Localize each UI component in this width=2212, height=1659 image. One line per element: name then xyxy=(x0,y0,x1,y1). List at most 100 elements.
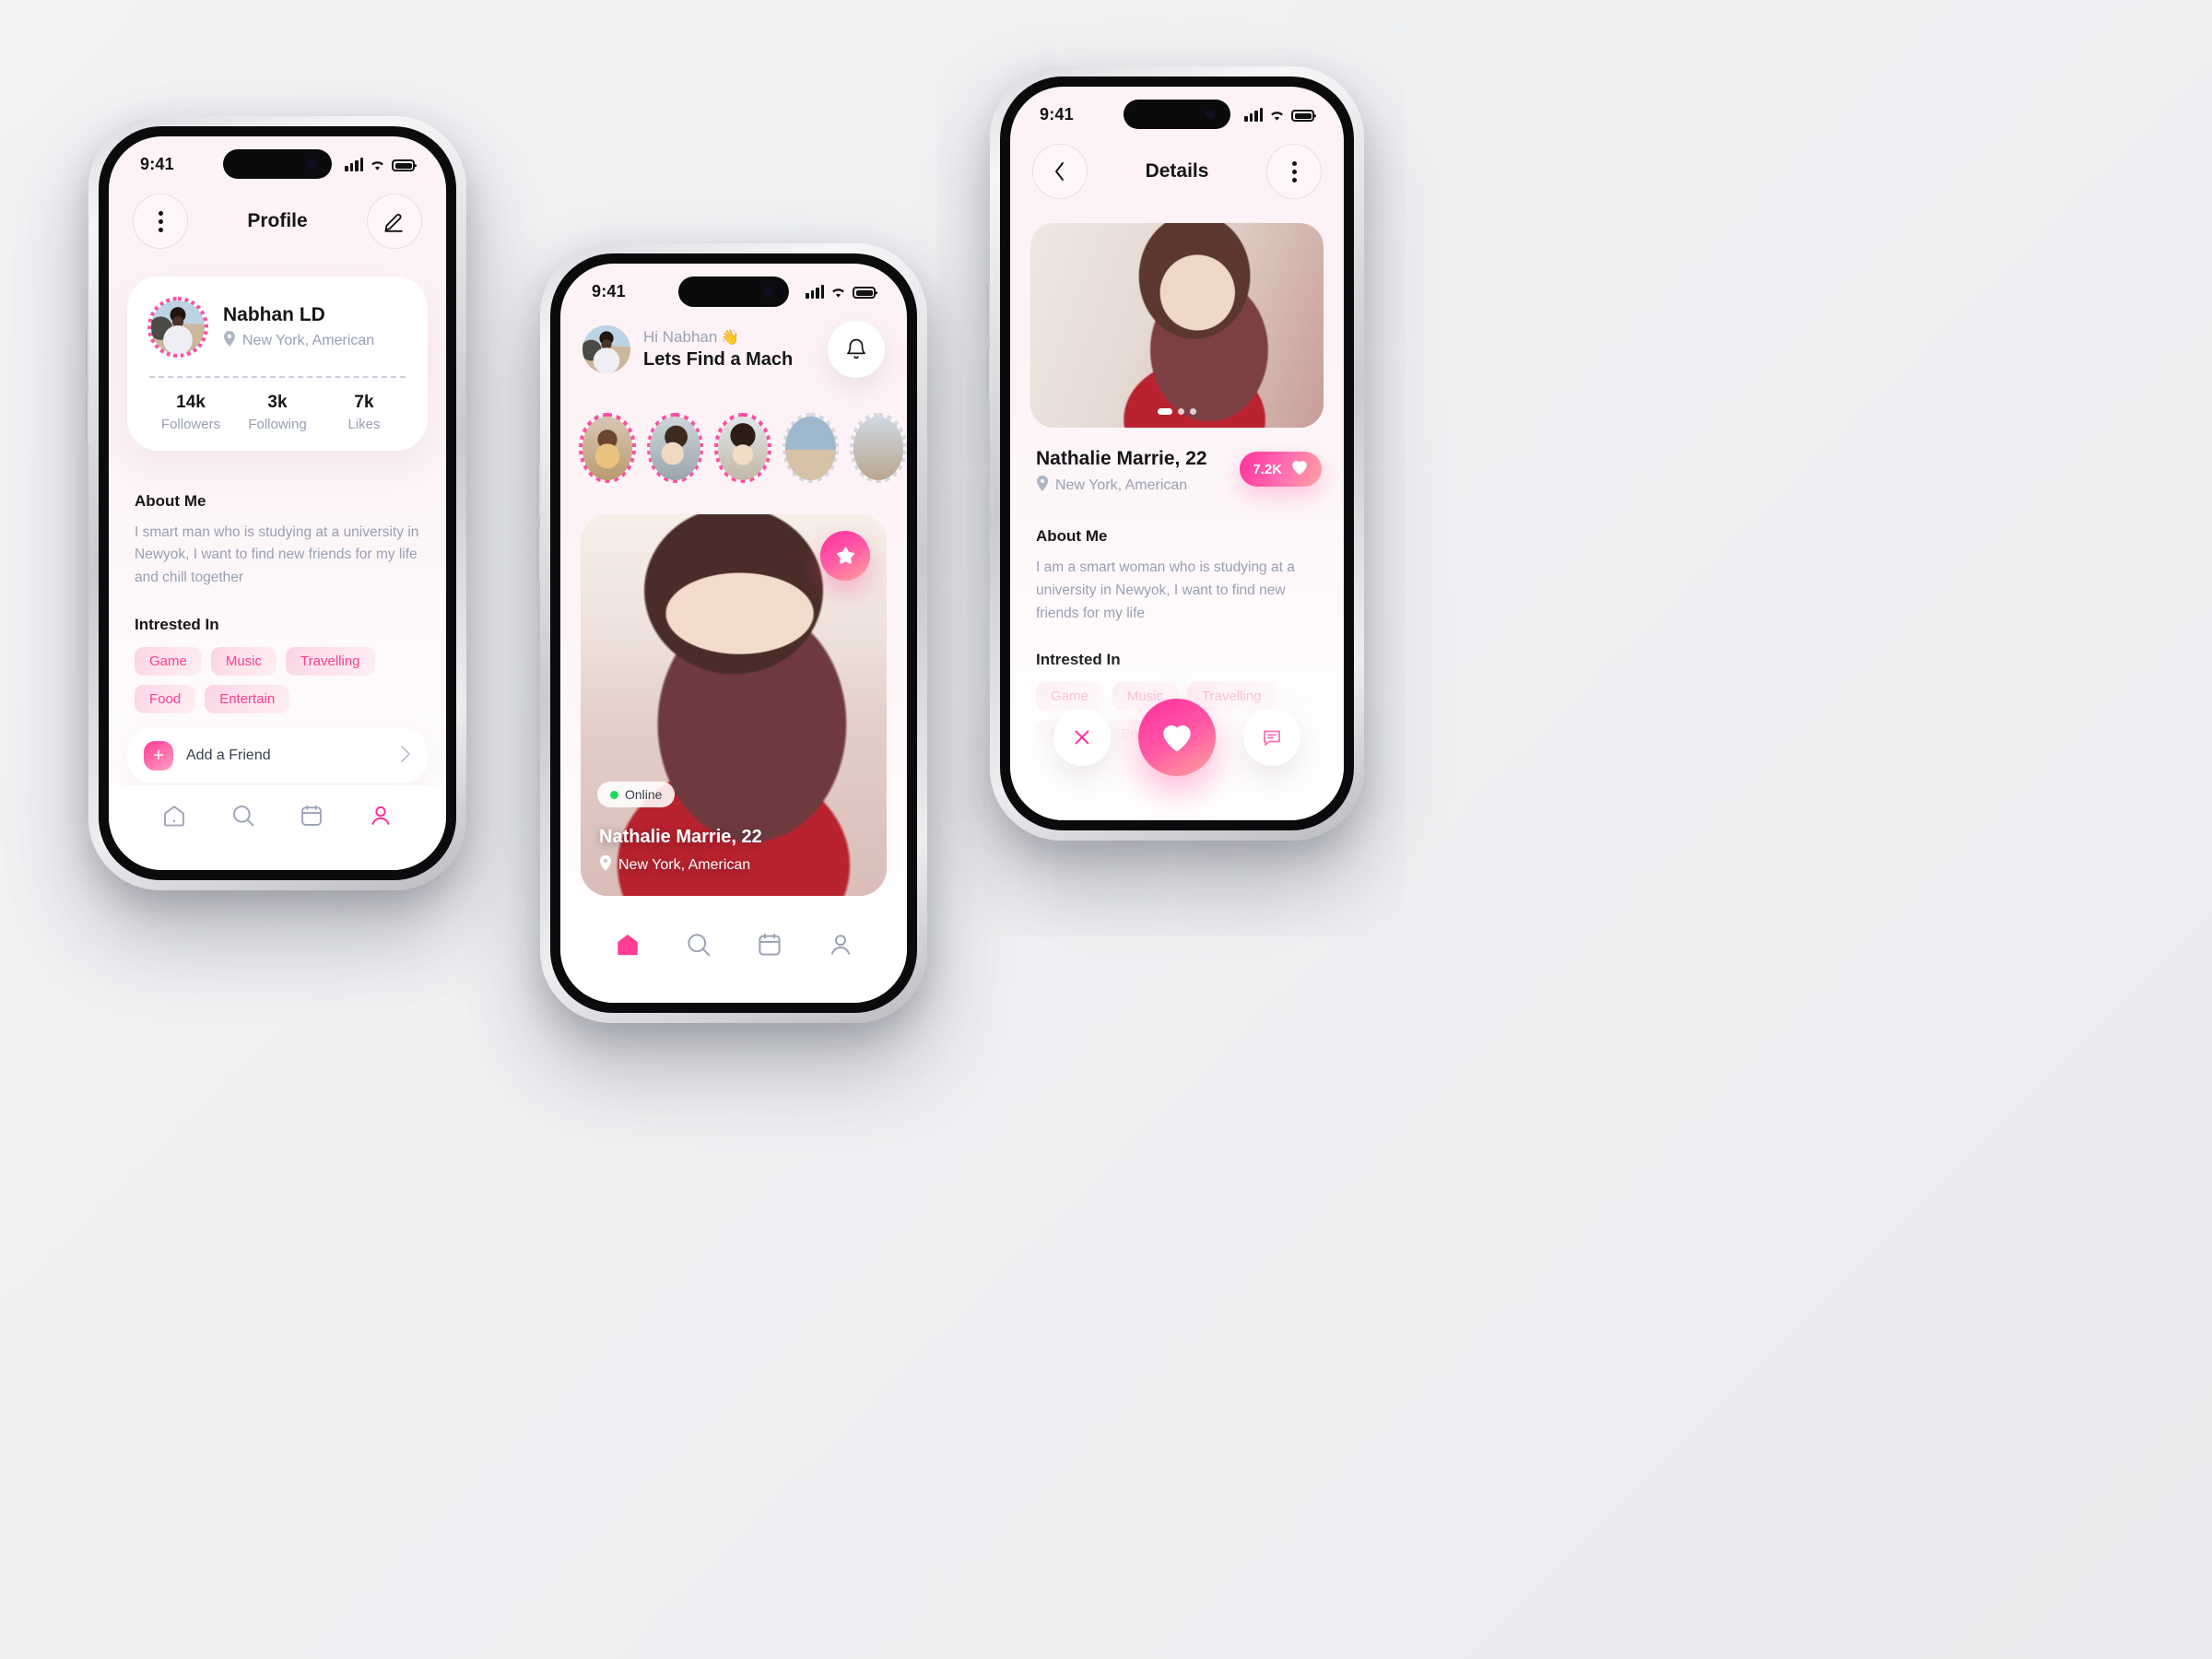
details-name: Nathalie Marrie, 22 xyxy=(1036,448,1207,469)
phone1-volume-down xyxy=(86,393,89,444)
about-text: I smart man who is studying at a univers… xyxy=(135,524,419,585)
chevron-right-icon xyxy=(400,745,411,768)
carousel-indicator[interactable] xyxy=(1158,408,1196,415)
interest-tag[interactable]: Game xyxy=(135,647,202,676)
avatar[interactable] xyxy=(151,300,205,354)
add-friend-row[interactable]: + Add a Friend xyxy=(127,728,428,783)
about-heading: About Me xyxy=(1036,527,1108,545)
cellular-bars-icon xyxy=(806,285,824,299)
user-location: New York, American xyxy=(223,330,375,351)
interests-heading: Intrested In xyxy=(135,616,219,633)
sidebar-item-search[interactable] xyxy=(230,803,256,833)
pencil-edit-icon[interactable] xyxy=(366,194,422,249)
match-location-text: New York, American xyxy=(618,857,751,873)
plus-icon: + xyxy=(144,741,173,771)
stories-row[interactable] xyxy=(579,413,907,483)
dynamic-island xyxy=(678,276,789,307)
bell-notification-icon[interactable] xyxy=(828,321,885,378)
status-badge: Online xyxy=(597,782,676,807)
phone2-volume-down xyxy=(537,529,541,581)
details-actions xyxy=(1053,699,1300,776)
map-pin-icon xyxy=(223,330,236,351)
phone-details: 9:41 Details Nathalie Marrie, 22 New Yor… xyxy=(987,66,1364,841)
wifi-icon xyxy=(370,159,385,171)
home-header: Hi Nabhan 👋 Lets Find a Mach xyxy=(582,321,885,378)
story-3[interactable] xyxy=(714,413,771,483)
match-card[interactable]: Online Nathalie Marrie, 22 New York, Ame… xyxy=(581,514,887,896)
stat-label: Followers xyxy=(160,417,221,432)
sidebar-item-home[interactable] xyxy=(161,803,187,833)
details-photo-image xyxy=(1030,223,1324,428)
avatar[interactable] xyxy=(582,325,630,373)
like-button[interactable] xyxy=(1138,699,1216,776)
sidebar-item-profile[interactable] xyxy=(368,803,394,833)
map-pin-icon xyxy=(1036,476,1049,496)
match-name: Nathalie Marrie, 22 xyxy=(599,827,762,847)
story-avatar xyxy=(717,416,769,480)
story-1[interactable] xyxy=(579,413,636,483)
story-avatar xyxy=(785,416,836,480)
story-2[interactable] xyxy=(646,413,704,483)
phone3-volume-down xyxy=(987,348,991,400)
wifi-icon xyxy=(830,287,846,299)
interest-tag[interactable]: Food xyxy=(135,685,196,713)
details-location: New York, American xyxy=(1036,476,1207,496)
about-text: I am a smart woman who is studying at a … xyxy=(1036,559,1295,621)
status-time: 9:41 xyxy=(140,155,174,173)
user-location-text: New York, American xyxy=(242,332,375,348)
wifi-icon xyxy=(1269,110,1285,122)
dynamic-island xyxy=(1124,100,1230,129)
carousel-dot-active[interactable] xyxy=(1158,408,1172,415)
battery-icon xyxy=(1291,110,1314,122)
about-heading: About Me xyxy=(135,492,206,510)
interest-tag[interactable]: Music xyxy=(210,647,277,676)
message-button[interactable] xyxy=(1243,709,1300,766)
carousel-dot[interactable] xyxy=(1190,408,1196,415)
stat-following: 3k Following xyxy=(234,393,321,432)
card-divider xyxy=(149,376,406,378)
heart-icon xyxy=(1290,459,1309,479)
more-vertical-icon[interactable] xyxy=(133,194,188,249)
sidebar-item-calendar[interactable] xyxy=(299,803,324,833)
phone3-volume-up xyxy=(987,284,991,335)
sidebar-item-search[interactable] xyxy=(685,931,712,963)
stat-label: Likes xyxy=(347,417,381,432)
phone2-screen: 9:41 Hi Nabhan 👋 Lets Find a Mach Online… xyxy=(560,264,907,1003)
likes-count: 7.2K xyxy=(1253,461,1282,477)
sidebar-item-calendar[interactable] xyxy=(756,931,783,963)
profile-stats: 14k Followers 3k Following 7k Likes xyxy=(147,393,407,432)
match-location: New York, American xyxy=(599,855,750,876)
page-title: Details xyxy=(1145,160,1209,182)
phone-home: 9:41 Hi Nabhan 👋 Lets Find a Mach Online… xyxy=(537,243,927,1023)
more-dots xyxy=(1291,160,1297,182)
details-header: Details xyxy=(1032,144,1322,199)
carousel-dot[interactable] xyxy=(1178,408,1184,415)
page-title: Profile xyxy=(247,210,308,231)
phone2-volume-up xyxy=(537,465,541,516)
interests-section: Intrested In Game Music Travelling Food … xyxy=(135,616,424,713)
dislike-button[interactable] xyxy=(1053,709,1111,766)
star-icon[interactable] xyxy=(820,531,870,581)
status-time: 9:41 xyxy=(1040,105,1074,124)
interest-tags: Game Music Travelling Food Entertain xyxy=(135,647,424,713)
likes-badge[interactable]: 7.2K xyxy=(1240,452,1322,487)
story-5[interactable] xyxy=(850,413,907,483)
story-avatar xyxy=(650,416,700,480)
story-avatar xyxy=(582,416,633,480)
profile-card: Nabhan LD New York, American 14k Followe xyxy=(127,276,428,451)
details-photo[interactable] xyxy=(1030,223,1324,428)
more-vertical-icon[interactable] xyxy=(1266,144,1322,199)
cellular-bars-icon xyxy=(345,158,363,171)
sidebar-item-profile[interactable] xyxy=(827,931,854,963)
story-4[interactable] xyxy=(782,413,840,483)
greeting-small-row: Hi Nabhan 👋 xyxy=(643,328,793,347)
greeting-big: Lets Find a Mach xyxy=(643,349,794,370)
chevron-left-icon[interactable] xyxy=(1032,144,1088,199)
details-location-text: New York, American xyxy=(1055,477,1188,493)
interest-tag[interactable]: Travelling xyxy=(286,647,375,676)
dynamic-island xyxy=(223,149,332,179)
battery-icon xyxy=(392,159,415,171)
stat-label: Following xyxy=(248,417,307,432)
interest-tag[interactable]: Entertain xyxy=(205,685,290,713)
sidebar-item-home[interactable] xyxy=(614,931,641,963)
